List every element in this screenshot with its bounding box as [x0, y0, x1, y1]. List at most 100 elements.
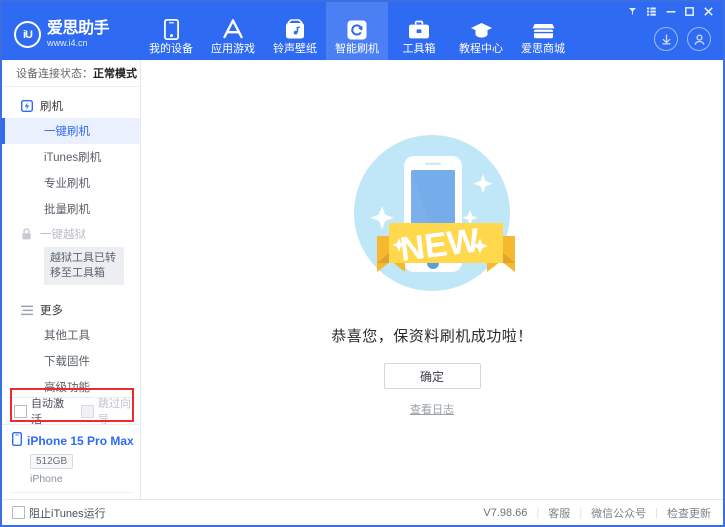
- nav-item-store[interactable]: 爱思商城: [512, 2, 574, 60]
- nav-item-ringtones-wallpaper[interactable]: 铃声壁纸: [264, 2, 326, 60]
- connection-status-label: 设备连接状态：: [16, 68, 93, 80]
- app-header: iU 爱思助手 www.i4.cn 我的设备 应用游戏 铃声壁纸 智能刷机 工具…: [2, 2, 723, 60]
- minimize-icon[interactable]: [662, 4, 679, 18]
- account-icon[interactable]: [687, 27, 711, 51]
- skip-setup-checkbox[interactable]: 跳过向导: [81, 395, 136, 427]
- check-update-link[interactable]: 检查更新: [667, 505, 711, 521]
- wechat-link[interactable]: 微信公众号: [591, 505, 646, 521]
- sidebar-item-label: 一键刷机: [44, 126, 90, 138]
- nav-label: 应用游戏: [211, 43, 255, 55]
- status-bar: 阻止iTunes运行 V7.98.66 | 客服 | 微信公众号 | 检查更新: [2, 499, 723, 525]
- sidebar-menu: 刷机 一键刷机 iTunes刷机 专业刷机 批量刷机 一键越狱 越狱工具已转移至…: [2, 87, 140, 397]
- sidebar-item-label: 批量刷机: [44, 204, 90, 216]
- version-label: V7.98.66: [483, 506, 528, 519]
- success-message: 恭喜您，保资料刷机成功啦！: [331, 328, 533, 345]
- jailbreak-tooltip: 越狱工具已转移至工具箱: [44, 247, 124, 285]
- separator: |: [579, 506, 583, 519]
- brand-name: 爱思助手: [47, 20, 110, 37]
- nav-label: 智能刷机: [335, 43, 379, 55]
- device-capacity: 512GB: [30, 454, 74, 469]
- sidebar-options: 自动激活 跳过向导: [6, 388, 136, 427]
- sidebar-item-itunes-flash[interactable]: iTunes刷机: [2, 144, 140, 170]
- appstore-icon: [222, 16, 244, 40]
- nav-item-tutorials[interactable]: 教程中心: [450, 2, 512, 60]
- menu-icon[interactable]: [643, 4, 660, 18]
- sidebar-group-flash[interactable]: 刷机: [2, 94, 140, 118]
- checkbox-label: 跳过向导: [98, 398, 131, 426]
- sidebar-item-label: 专业刷机: [44, 178, 90, 190]
- device-title: iPhone 15 Pro Max: [11, 431, 140, 449]
- pin-icon[interactable]: [624, 4, 641, 18]
- nav-label: 教程中心: [459, 43, 503, 55]
- device-divider: [12, 492, 132, 493]
- brand-logo[interactable]: iU 爱思助手 www.i4.cn: [14, 21, 126, 48]
- device-name: iPhone 15 Pro Max: [27, 433, 134, 448]
- app-window: iU 爱思助手 www.i4.cn 我的设备 应用游戏 铃声壁纸 智能刷机 工具…: [0, 0, 725, 527]
- brand-text: 爱思助手 www.i4.cn: [47, 20, 110, 48]
- connection-status: 设备连接状态： 正常模式: [2, 60, 140, 87]
- app-body: 设备连接状态： 正常模式 刷机 一键刷机 iTunes刷机 专业刷机 批量刷机 …: [2, 60, 723, 499]
- main-nav: 我的设备 应用游戏 铃声壁纸 智能刷机 工具箱 教程中心 爱思商城: [140, 2, 574, 60]
- sidebar-item-download-firmware[interactable]: 下载固件: [2, 348, 140, 374]
- sidebar-group-label: 刷机: [40, 101, 63, 113]
- sidebar-item-other-tools[interactable]: 其他工具: [2, 322, 140, 348]
- status-bar-right: V7.98.66 | 客服 | 微信公众号 | 检查更新: [483, 505, 711, 521]
- sidebar-item-advanced[interactable]: 高级功能: [2, 374, 140, 397]
- status-bar-left: 阻止iTunes运行: [12, 505, 106, 521]
- nav-label: 铃声壁纸: [273, 43, 317, 55]
- shop-icon: [532, 16, 555, 40]
- support-link[interactable]: 客服: [548, 505, 570, 521]
- connection-status-value: 正常模式: [93, 68, 137, 80]
- nav-label: 工具箱: [402, 43, 436, 55]
- refresh-icon: [347, 16, 367, 40]
- checkbox-box: [14, 404, 27, 418]
- checkbox-label: 自动激活: [31, 398, 64, 426]
- sidebar-item-pro-flash[interactable]: 专业刷机: [2, 170, 140, 196]
- separator: |: [655, 506, 658, 519]
- sidebar-item-one-key-flash[interactable]: 一键刷机: [2, 118, 140, 144]
- checkbox-box: [81, 404, 94, 418]
- phone-small-icon: [11, 431, 23, 449]
- phone-icon: [163, 16, 179, 40]
- sidebar-group-label: 更多: [40, 305, 63, 317]
- flash-icon: [20, 100, 33, 113]
- brand-mark-icon: iU: [14, 21, 41, 48]
- maximize-icon[interactable]: [681, 4, 698, 18]
- auto-activate-checkbox[interactable]: 自动激活: [14, 395, 69, 427]
- confirm-button[interactable]: 确定: [383, 363, 481, 389]
- menu-spacer: [2, 289, 140, 298]
- lock-icon: [20, 228, 33, 241]
- header-actions: [654, 27, 711, 51]
- nav-item-my-device[interactable]: 我的设备: [140, 2, 202, 60]
- new-badge-illustration: NEW: [337, 118, 527, 311]
- close-icon[interactable]: [700, 4, 717, 18]
- block-itunes-checkbox[interactable]: 阻止iTunes运行: [12, 505, 106, 521]
- music-icon: [285, 16, 305, 40]
- list-icon: [20, 304, 33, 317]
- main-content: NEW 恭喜您，保资料刷机成功啦！ 确定 查看日志: [141, 60, 723, 499]
- nav-label: 我的设备: [149, 43, 193, 55]
- device-panel[interactable]: iPhone 15 Pro Max 512GB iPhone: [2, 424, 140, 499]
- sidebar-item-label: iTunes刷机: [44, 152, 102, 164]
- checkbox-box: [12, 506, 25, 519]
- sidebar-item-label: 下载固件: [44, 356, 90, 368]
- nav-item-apps-games[interactable]: 应用游戏: [202, 2, 264, 60]
- sidebar-group-jailbreak: 一键越狱: [2, 222, 140, 246]
- sidebar: 设备连接状态： 正常模式 刷机 一键刷机 iTunes刷机 专业刷机 批量刷机 …: [2, 60, 141, 499]
- nav-item-toolbox[interactable]: 工具箱: [388, 2, 450, 60]
- sidebar-group-label: 一键越狱: [40, 229, 86, 241]
- sidebar-item-label: 其他工具: [44, 330, 90, 342]
- graduation-cap-icon: [470, 16, 493, 40]
- toolbox-icon: [408, 16, 430, 40]
- nav-label: 爱思商城: [521, 43, 565, 55]
- window-controls: [624, 4, 717, 18]
- sidebar-item-batch-flash[interactable]: 批量刷机: [2, 196, 140, 222]
- brand-url: www.i4.cn: [47, 38, 88, 48]
- device-type: iPhone: [30, 473, 63, 485]
- view-log-link[interactable]: 查看日志: [410, 401, 454, 417]
- separator: |: [536, 506, 540, 519]
- sidebar-group-more[interactable]: 更多: [2, 298, 140, 322]
- download-icon[interactable]: [654, 27, 678, 51]
- checkbox-label: 阻止iTunes运行: [29, 507, 106, 520]
- nav-item-smart-flash[interactable]: 智能刷机: [326, 2, 388, 60]
